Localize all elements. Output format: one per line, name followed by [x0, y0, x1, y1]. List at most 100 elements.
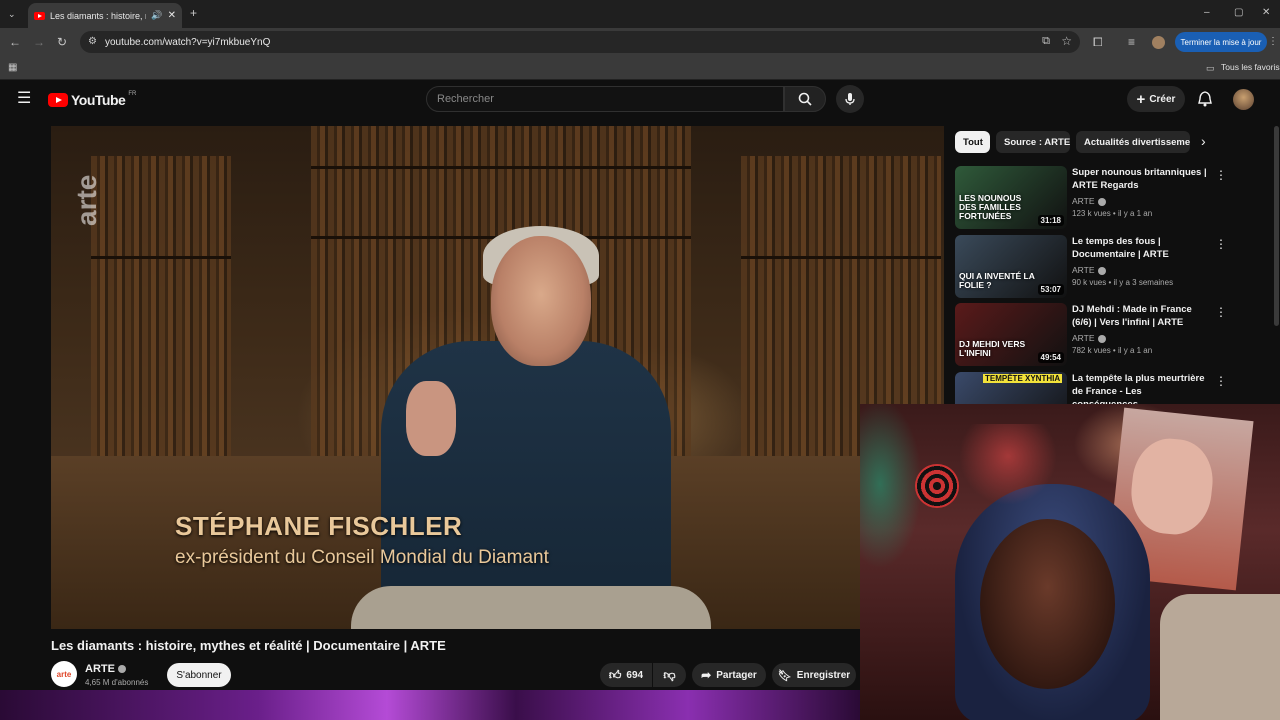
below-video-gradient — [0, 690, 860, 720]
duration-badge: 53:07 — [1037, 284, 1064, 295]
speaker-icon[interactable]: 🔊 — [151, 10, 162, 21]
update-button[interactable]: Terminer la mise à jour — [1175, 32, 1267, 52]
recommendation-title[interactable]: DJ Mehdi : Made in France (6/6) | Vers l… — [1072, 303, 1212, 329]
chevron-right-icon[interactable]: › — [1201, 134, 1206, 148]
like-count: 694 — [626, 669, 644, 681]
youtube-logo-text: YouTube — [71, 92, 126, 108]
chip-entertainment-news[interactable]: Actualités divertissemen — [1076, 131, 1190, 153]
recommendation-channel[interactable]: ARTE — [1072, 333, 1106, 343]
thumbnail-text: QUI A INVENTÉ LA FOLIE ? — [959, 271, 1035, 290]
verified-icon — [1097, 266, 1106, 275]
channel-avatar[interactable]: arte — [51, 661, 77, 687]
shelf-line — [311, 166, 691, 169]
recommendation-item[interactable]: LES NOUNOUS DES FAMILLES FORTUNÉES 31:18… — [955, 166, 1227, 232]
apps-grid-icon[interactable]: ▦ — [8, 62, 17, 74]
interviewee-legs — [351, 586, 711, 629]
minimize-icon[interactable]: – — [1204, 7, 1210, 19]
video-title: Les diamants : histoire, mythes et réali… — [51, 638, 446, 653]
extensions-icon[interactable]: ⧠ — [1093, 36, 1103, 48]
search-button[interactable] — [784, 86, 826, 112]
caption-role: ex-président du Conseil Mondial du Diama… — [175, 547, 549, 568]
recommendation-item[interactable]: QUI A INVENTÉ LA FOLIE ? 53:07 Le temps … — [955, 235, 1227, 301]
reading-list-icon[interactable]: ≡ — [1128, 36, 1135, 48]
bookmark-icon: 🔖︎ — [777, 669, 792, 682]
interviewee-hand — [406, 381, 456, 456]
more-options-icon[interactable]: ⋮ — [1215, 237, 1227, 251]
recommendation-meta: 782 k vues • il y a 1 an — [1072, 346, 1153, 355]
recommendation-title[interactable]: Le temps des fous | Documentaire | ARTE — [1072, 235, 1212, 261]
recommendation-thumbnail[interactable]: LES NOUNOUS DES FAMILLES FORTUNÉES 31:18 — [955, 166, 1067, 229]
webcam-person-face — [980, 519, 1115, 689]
chip-source-arte[interactable]: Source : ARTE — [996, 131, 1070, 153]
youtube-header: ☰ YouTube FR Rechercher + Créer — [0, 80, 1280, 122]
chip-all[interactable]: Tout — [955, 131, 990, 153]
youtube-logo[interactable]: YouTube FR — [48, 91, 137, 108]
recommendation-item[interactable]: DJ MEHDI VERS L'INFINI 49:54 DJ Mehdi : … — [955, 303, 1227, 369]
site-info-icon[interactable]: ⚙ — [88, 36, 97, 47]
shelf-line — [91, 256, 231, 259]
region-code: FR — [128, 91, 137, 97]
webcam-lights — [960, 424, 1120, 504]
profile-avatar[interactable] — [1152, 36, 1165, 49]
close-window-icon[interactable]: ✕ — [1262, 7, 1270, 19]
maximize-icon[interactable]: ▢ — [1234, 7, 1243, 19]
bookmarks-bar: ▦ ▭ Tous les favoris — [0, 56, 1280, 80]
search-input[interactable]: Rechercher — [426, 86, 784, 112]
reload-icon[interactable]: ↻ — [57, 36, 67, 48]
close-tab-icon[interactable]: ✕ — [168, 10, 176, 21]
voice-search-button[interactable] — [836, 85, 864, 113]
thumbnail-text: DJ MEHDI VERS L'INFINI — [959, 339, 1026, 358]
forward-icon[interactable]: → — [33, 36, 45, 48]
share-icon: ➦ — [701, 668, 712, 682]
browser-tab[interactable]: Les diamants : histoire, myth 🔊 ✕ — [28, 3, 182, 28]
sidebar-scrollbar[interactable] — [1274, 126, 1279, 326]
recommendation-thumbnail[interactable]: DJ MEHDI VERS L'INFINI 49:54 — [955, 303, 1067, 366]
verified-icon — [1097, 197, 1106, 206]
like-button[interactable]: 👍︎ 694 — [600, 663, 652, 687]
notifications-bell-icon[interactable] — [1198, 91, 1212, 107]
search-icon — [798, 92, 812, 106]
recommendation-channel[interactable]: ARTE — [1072, 196, 1106, 206]
shelf-line — [741, 256, 941, 259]
channel-name-text: ARTE — [85, 663, 115, 675]
all-bookmarks-link[interactable]: Tous les favoris — [1221, 62, 1280, 72]
video-player[interactable]: arte STÉPHANE FISCHLER ex-président du C… — [51, 126, 944, 629]
recommendation-thumbnail[interactable]: QUI A INVENTÉ LA FOLIE ? 53:07 — [955, 235, 1067, 298]
plus-icon: + — [1136, 90, 1146, 108]
new-tab-icon[interactable]: + — [190, 7, 197, 19]
more-options-icon[interactable]: ⋮ — [1215, 374, 1227, 388]
recommendation-channel[interactable]: ARTE — [1072, 265, 1106, 275]
thumbs-down-icon: 👎︎ — [663, 667, 676, 682]
account-avatar[interactable] — [1233, 89, 1254, 110]
browser-menu-icon[interactable]: ⋮ — [1268, 36, 1278, 48]
tab-list-icon[interactable]: ⌄ — [8, 8, 16, 20]
bookmark-star-icon[interactable]: ☆ — [1061, 34, 1072, 48]
search-placeholder: Rechercher — [437, 93, 494, 105]
menu-icon[interactable]: ☰ — [17, 91, 31, 107]
channel-name[interactable]: ARTE — [85, 663, 126, 675]
microphone-icon — [845, 93, 855, 105]
back-icon[interactable]: ← — [9, 36, 21, 48]
recommendation-channel-text: ARTE — [1072, 265, 1095, 275]
install-app-icon[interactable]: ⧉ — [1042, 35, 1050, 48]
browser-tab-bar: ⌄ Les diamants : histoire, myth 🔊 ✕ + – … — [0, 0, 1280, 28]
create-button[interactable]: + Créer — [1127, 86, 1185, 112]
address-bar[interactable]: ⚙ youtube.com/watch?v=yi7mkbueYnQ ⧉ ☆ — [80, 31, 1080, 53]
verified-icon — [117, 665, 126, 674]
thumbs-up-icon: 👍︎ — [608, 667, 622, 682]
more-options-icon[interactable]: ⋮ — [1215, 305, 1227, 319]
create-label: Créer — [1149, 93, 1176, 105]
save-button[interactable]: 🔖︎ Enregistrer — [772, 663, 856, 687]
recommendation-title[interactable]: Super nounous britanniques | ARTE Regard… — [1072, 166, 1212, 192]
share-button[interactable]: ➦ Partager — [692, 663, 766, 687]
duration-badge: 49:54 — [1037, 352, 1064, 363]
more-options-icon[interactable]: ⋮ — [1215, 168, 1227, 182]
arte-watermark: arte — [71, 174, 102, 226]
dislike-button[interactable]: 👎︎ — [653, 663, 686, 687]
share-label: Partager — [716, 669, 757, 681]
browser-toolbar: ← → ↻ ⚙ youtube.com/watch?v=yi7mkbueYnQ … — [0, 28, 1280, 56]
duration-badge: 31:18 — [1037, 215, 1064, 226]
subscribe-button[interactable]: S'abonner — [167, 663, 231, 687]
folder-icon: ▭ — [1206, 63, 1215, 73]
verified-icon — [1097, 334, 1106, 343]
